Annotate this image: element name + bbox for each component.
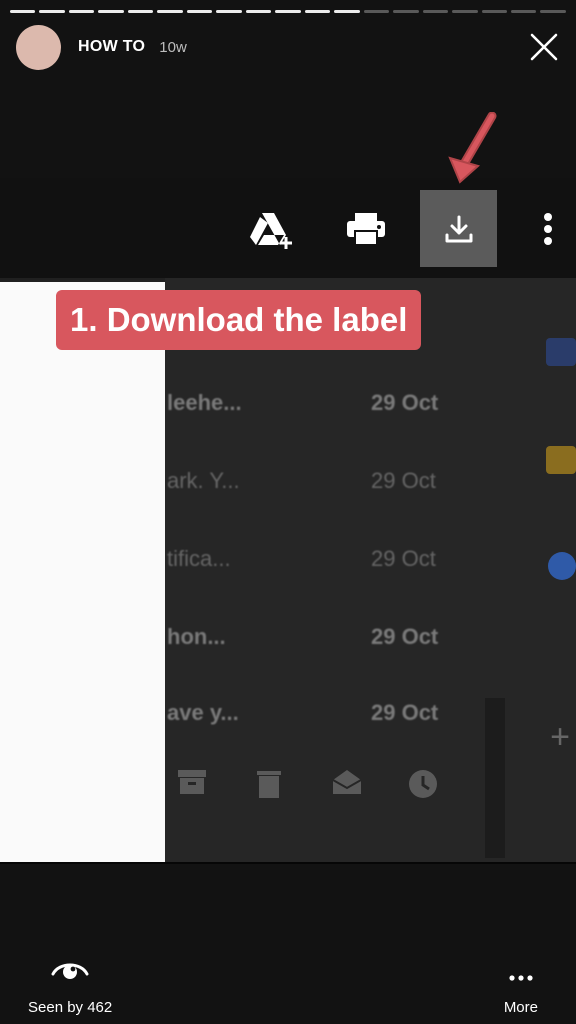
side-chip (546, 446, 576, 474)
print-icon (338, 192, 394, 266)
story-progress (10, 10, 566, 13)
eye-icon (51, 963, 89, 979)
close-icon[interactable] (528, 31, 560, 63)
progress-segment (540, 10, 566, 13)
progress-segment (98, 10, 124, 13)
divider (0, 862, 576, 864)
list-item: ave y... 29 Oct (167, 700, 439, 725)
progress-segment (157, 10, 183, 13)
progress-segment (422, 10, 449, 13)
progress-segment (275, 10, 301, 13)
progress-segment (481, 10, 507, 13)
progress-segment (452, 10, 478, 13)
progress-segment (510, 10, 537, 13)
email-list: leehe... 29 Oct ark. Y... 29 Oct tifica...… (165, 278, 576, 864)
progress-segment (127, 10, 154, 13)
overlay-caption: 1. Download the label (56, 290, 422, 350)
side-chip (546, 338, 576, 366)
progress-segment (363, 10, 390, 13)
progress-segment (68, 10, 95, 13)
list-item: ark. Y... 29 Oct (167, 468, 436, 493)
side-chip (548, 552, 576, 580)
label-preview-page (0, 282, 165, 864)
download-icon (420, 190, 497, 267)
progress-segment (10, 10, 36, 13)
add-icon: + (550, 718, 570, 756)
progress-segment (186, 10, 213, 13)
mark-read-icon (331, 768, 363, 801)
more-vert-icon (528, 192, 568, 266)
progress-segment (39, 10, 65, 13)
more-button[interactable]: More (504, 969, 538, 1016)
more-label: More (503, 999, 538, 1016)
seen-by-button[interactable]: Seen by 462 (28, 956, 112, 1016)
progress-segment (216, 10, 242, 13)
snooze-icon (407, 768, 439, 805)
progress-segment (393, 10, 419, 13)
story-title[interactable]: HOW TO (78, 38, 145, 56)
list-item: leehe... 29 Oct (167, 390, 439, 415)
list-item: tifica... 29 Oct (167, 546, 436, 571)
story-media: leehe... 29 Oct ark. Y... 29 Oct tifica...… (0, 178, 576, 864)
progress-segment (334, 10, 360, 13)
trash-icon (255, 768, 283, 805)
archive-icon (177, 768, 207, 801)
story-footer: Seen by 462 More (0, 914, 576, 1024)
avatar[interactable] (16, 24, 61, 70)
toolbar (0, 178, 576, 278)
seen-by-label: Seen by 462 (28, 999, 113, 1016)
story-header: HOW TO 10w (16, 24, 560, 70)
scrollbar (485, 698, 505, 858)
pointer-arrow-icon (440, 111, 500, 189)
story-age: 10w (159, 38, 187, 56)
list-item: hon... 29 Oct (167, 624, 439, 649)
progress-segment (245, 10, 272, 13)
drive-add-icon (244, 192, 300, 266)
more-horiz-icon (509, 975, 533, 981)
progress-segment (304, 10, 331, 13)
